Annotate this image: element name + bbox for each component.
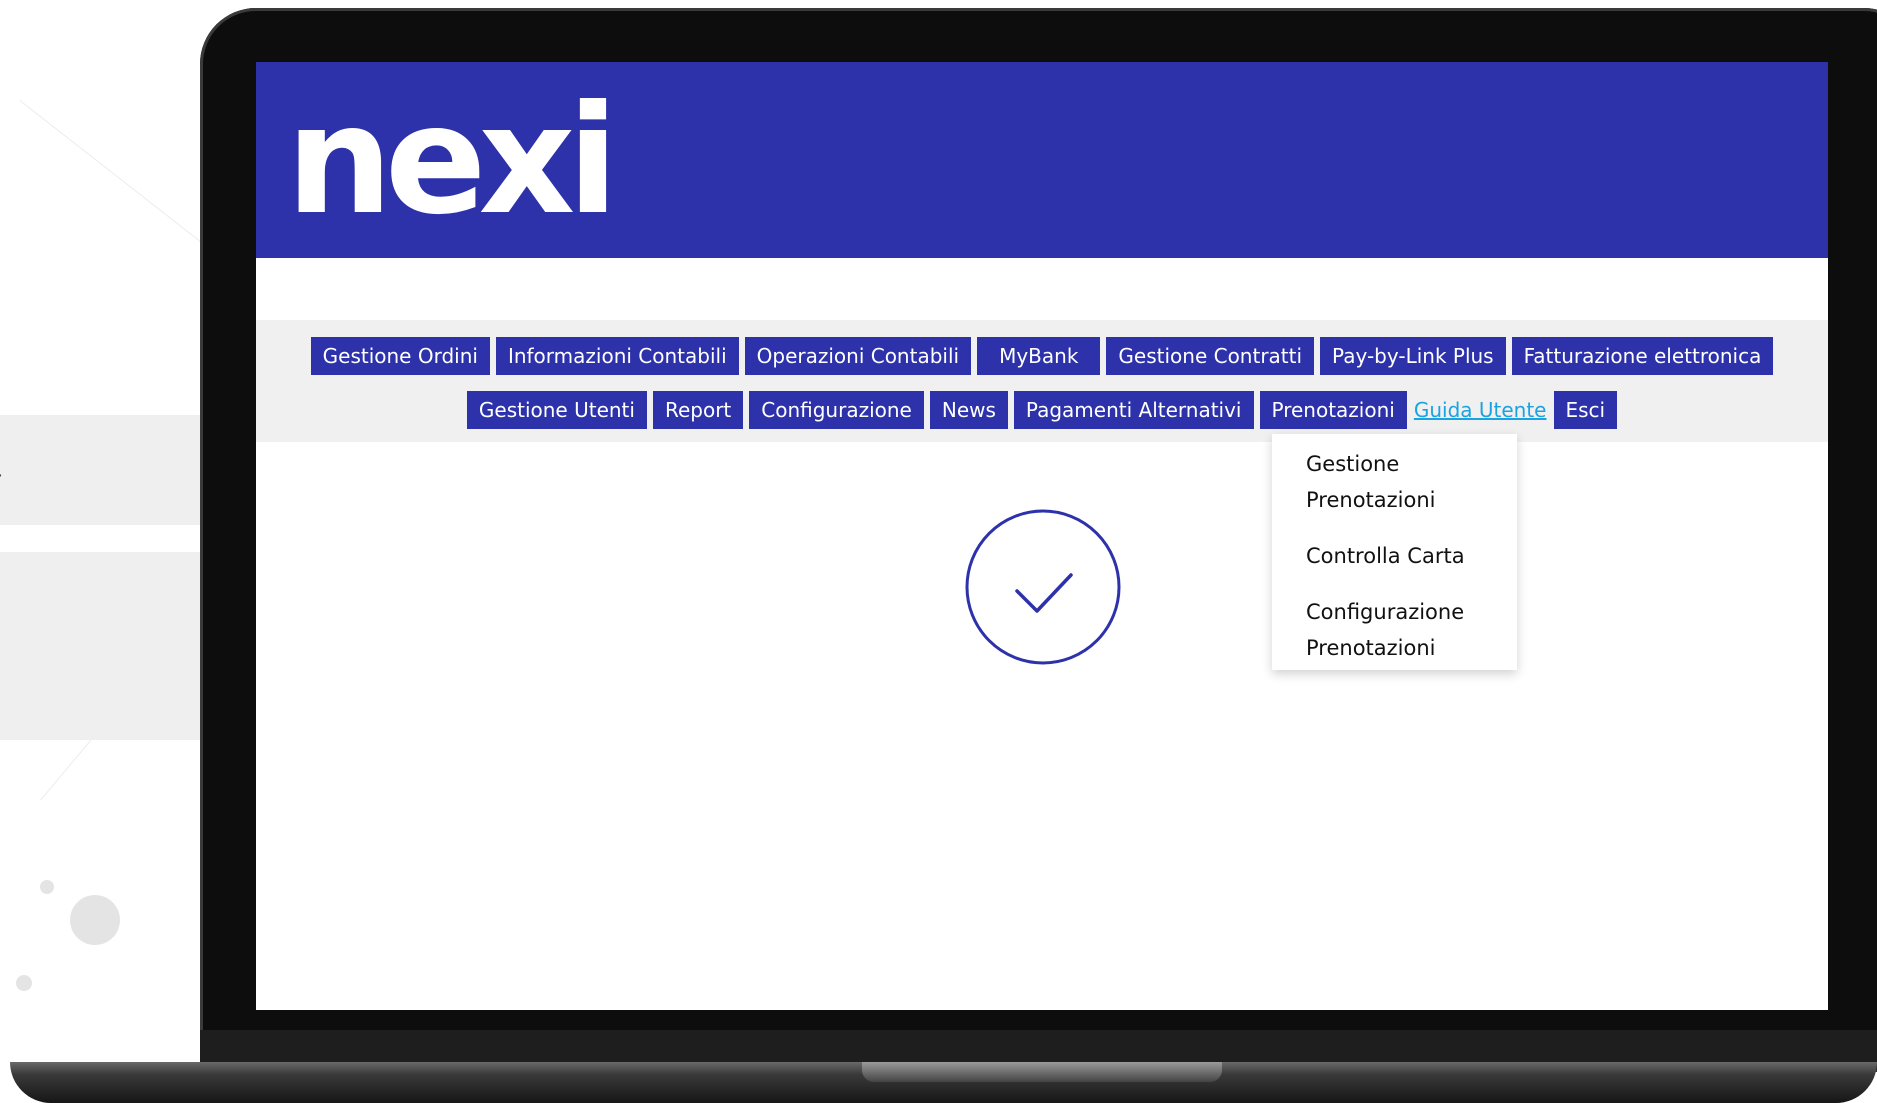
- nav-esci[interactable]: Esci: [1553, 391, 1618, 429]
- screen: nexi Gestione Ordini Informazioni Contab…: [256, 62, 1828, 1010]
- nav-pay-by-link-plus[interactable]: Pay-by-Link Plus: [1320, 337, 1506, 375]
- chevron-right-icon: ›: [0, 463, 3, 488]
- dropdown-item-label: Prenotazioni: [1306, 636, 1436, 660]
- check-circle-icon: [965, 509, 1121, 665]
- prenotazioni-dropdown: Gestione Prenotazioni Controlla Carta Co…: [1272, 434, 1517, 670]
- nav-gestione-utenti[interactable]: Gestione Utenti: [466, 391, 647, 429]
- decor-panel: [0, 552, 200, 740]
- nexi-logo[interactable]: nexi: [286, 86, 619, 236]
- nav-fatturazione-elettronica[interactable]: Fatturazione elettronica: [1511, 337, 1774, 375]
- dropdown-item-gestione-prenotazioni[interactable]: Gestione Prenotazioni: [1306, 446, 1506, 518]
- nav-pagamenti-alternativi[interactable]: Pagamenti Alternativi: [1013, 391, 1254, 429]
- nav-gestione-contratti[interactable]: Gestione Contratti: [1106, 337, 1315, 375]
- dropdown-item-label: Configurazione: [1306, 600, 1465, 624]
- dropdown-item-controlla-carta[interactable]: Controlla Carta: [1306, 538, 1506, 574]
- nav-mybank[interactable]: MyBank: [977, 337, 1101, 375]
- laptop-hinge: [862, 1062, 1222, 1082]
- decor-line: [19, 100, 225, 261]
- dropdown-item-label: Controlla Carta: [1306, 544, 1465, 568]
- nav-prenotazioni[interactable]: Prenotazioni: [1259, 391, 1407, 429]
- nav-guida-utente-link[interactable]: Guida Utente: [1414, 391, 1547, 429]
- decor-dot: [40, 880, 54, 894]
- nav-operazioni-contabili[interactable]: Operazioni Contabili: [744, 337, 972, 375]
- nav-report[interactable]: Report: [652, 391, 744, 429]
- dropdown-item-label: Prenotazioni: [1306, 488, 1436, 512]
- nav-configurazione[interactable]: Configurazione: [749, 391, 924, 429]
- nav-informazioni-contabili[interactable]: Informazioni Contabili: [495, 337, 739, 375]
- decor-dot: [70, 895, 120, 945]
- decor-panel: [0, 415, 200, 525]
- nav-news[interactable]: News: [929, 391, 1008, 429]
- header-bar: nexi: [256, 62, 1828, 258]
- nav-gestione-ordini[interactable]: Gestione Ordini: [310, 337, 490, 375]
- dropdown-item-configurazione-prenotazioni[interactable]: Configurazione Prenotazioni: [1306, 594, 1506, 666]
- nav-row-1: Gestione Ordini Informazioni Contabili O…: [256, 337, 1828, 375]
- main-nav: Gestione Ordini Informazioni Contabili O…: [256, 320, 1828, 442]
- dropdown-item-label: Gestione: [1306, 452, 1400, 476]
- nav-row-2: Gestione Utenti Report Configurazione Ne…: [256, 391, 1828, 429]
- decor-dot: [16, 975, 32, 991]
